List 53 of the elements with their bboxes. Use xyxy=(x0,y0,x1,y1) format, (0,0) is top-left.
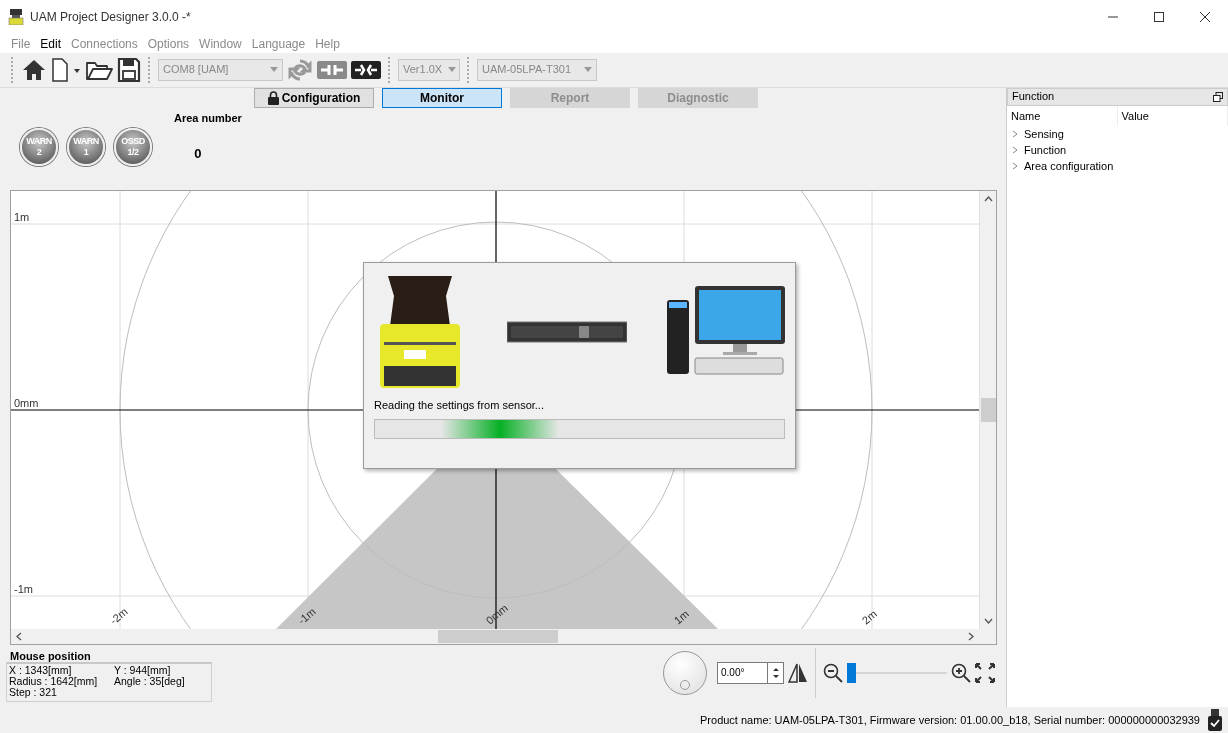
axis-label: 2m xyxy=(859,607,879,627)
group-title: Mouse position xyxy=(9,650,92,662)
spin-arrows-icon xyxy=(771,665,780,680)
coordinate-text: Radius : 1642[mm] xyxy=(9,675,99,687)
indicator-lamp: WARN 2 xyxy=(20,127,58,166)
scrollbar-thumb[interactable] xyxy=(980,397,996,422)
panel-title: Function xyxy=(1012,89,1055,105)
status-text: Product name: UAM-05LPA-T301, Firmware version: 01.00.00_b18, Serial number: 000000000032939 xyxy=(700,712,1200,728)
mode-tab[interactable]: Configuration xyxy=(254,87,374,108)
save-icon[interactable] xyxy=(117,56,141,83)
indicator-lamp: WARN 1 xyxy=(67,127,105,166)
window-title: UAM Project Designer 3.0.0 -* xyxy=(30,9,191,27)
mode-tab[interactable]: Monitor xyxy=(382,87,502,108)
coordinate-text: Step : 321 xyxy=(9,686,57,698)
axis-label: 1m xyxy=(14,210,30,223)
restore-window-icon[interactable] xyxy=(1213,91,1223,102)
coordinate-text: Y : 944[mm] xyxy=(114,664,171,676)
zoom-out-icon[interactable] xyxy=(823,662,843,683)
tree-item[interactable]: Sensing xyxy=(1007,126,1068,143)
area-number-label: Area number xyxy=(174,110,242,126)
fit-view-icon[interactable] xyxy=(975,662,995,683)
area-number-value: 0 xyxy=(194,145,202,164)
axis-label: -1m xyxy=(14,582,33,595)
column-header: Value xyxy=(1117,105,1228,127)
axis-label: -2m xyxy=(107,604,130,627)
caret-icon xyxy=(270,66,278,73)
axis-label: 0mm xyxy=(14,396,39,409)
caret-icon xyxy=(448,66,457,73)
maximize-icon xyxy=(1154,12,1164,23)
zoom-slider-thumb[interactable] xyxy=(847,662,856,683)
axis-label: 0mm xyxy=(483,601,510,627)
tree-item[interactable]: Function xyxy=(1007,142,1071,159)
axis-label: 1m xyxy=(671,607,691,627)
tree-item[interactable]: Area configuration xyxy=(1007,158,1118,175)
coordinate-text: Angle : 35[deg] xyxy=(114,675,185,687)
indicator-lamp: OSSD 1/2 xyxy=(114,127,152,166)
caret-icon xyxy=(584,66,592,73)
disconnect-icon[interactable] xyxy=(351,58,381,81)
angle-field[interactable]: 0.00° xyxy=(717,661,767,684)
usb-check-icon xyxy=(1208,709,1222,732)
lock-icon xyxy=(267,90,279,105)
spin-button[interactable] xyxy=(767,661,784,684)
coordinate-text: X : 1343[mm] xyxy=(9,664,73,676)
zoom-in-icon[interactable] xyxy=(951,662,971,683)
close-icon xyxy=(1200,12,1210,23)
app-logo-icon xyxy=(8,9,24,26)
mirror-icon[interactable] xyxy=(788,661,808,684)
axis-label: -1m xyxy=(295,604,318,627)
scrollbar-thumb[interactable] xyxy=(438,629,558,643)
new-file-icon[interactable] xyxy=(51,56,69,83)
column-header: Name xyxy=(1007,105,1118,127)
menu-item[interactable]: Edit xyxy=(35,34,67,53)
status-message: Reading the settings from sensor... xyxy=(374,397,545,413)
